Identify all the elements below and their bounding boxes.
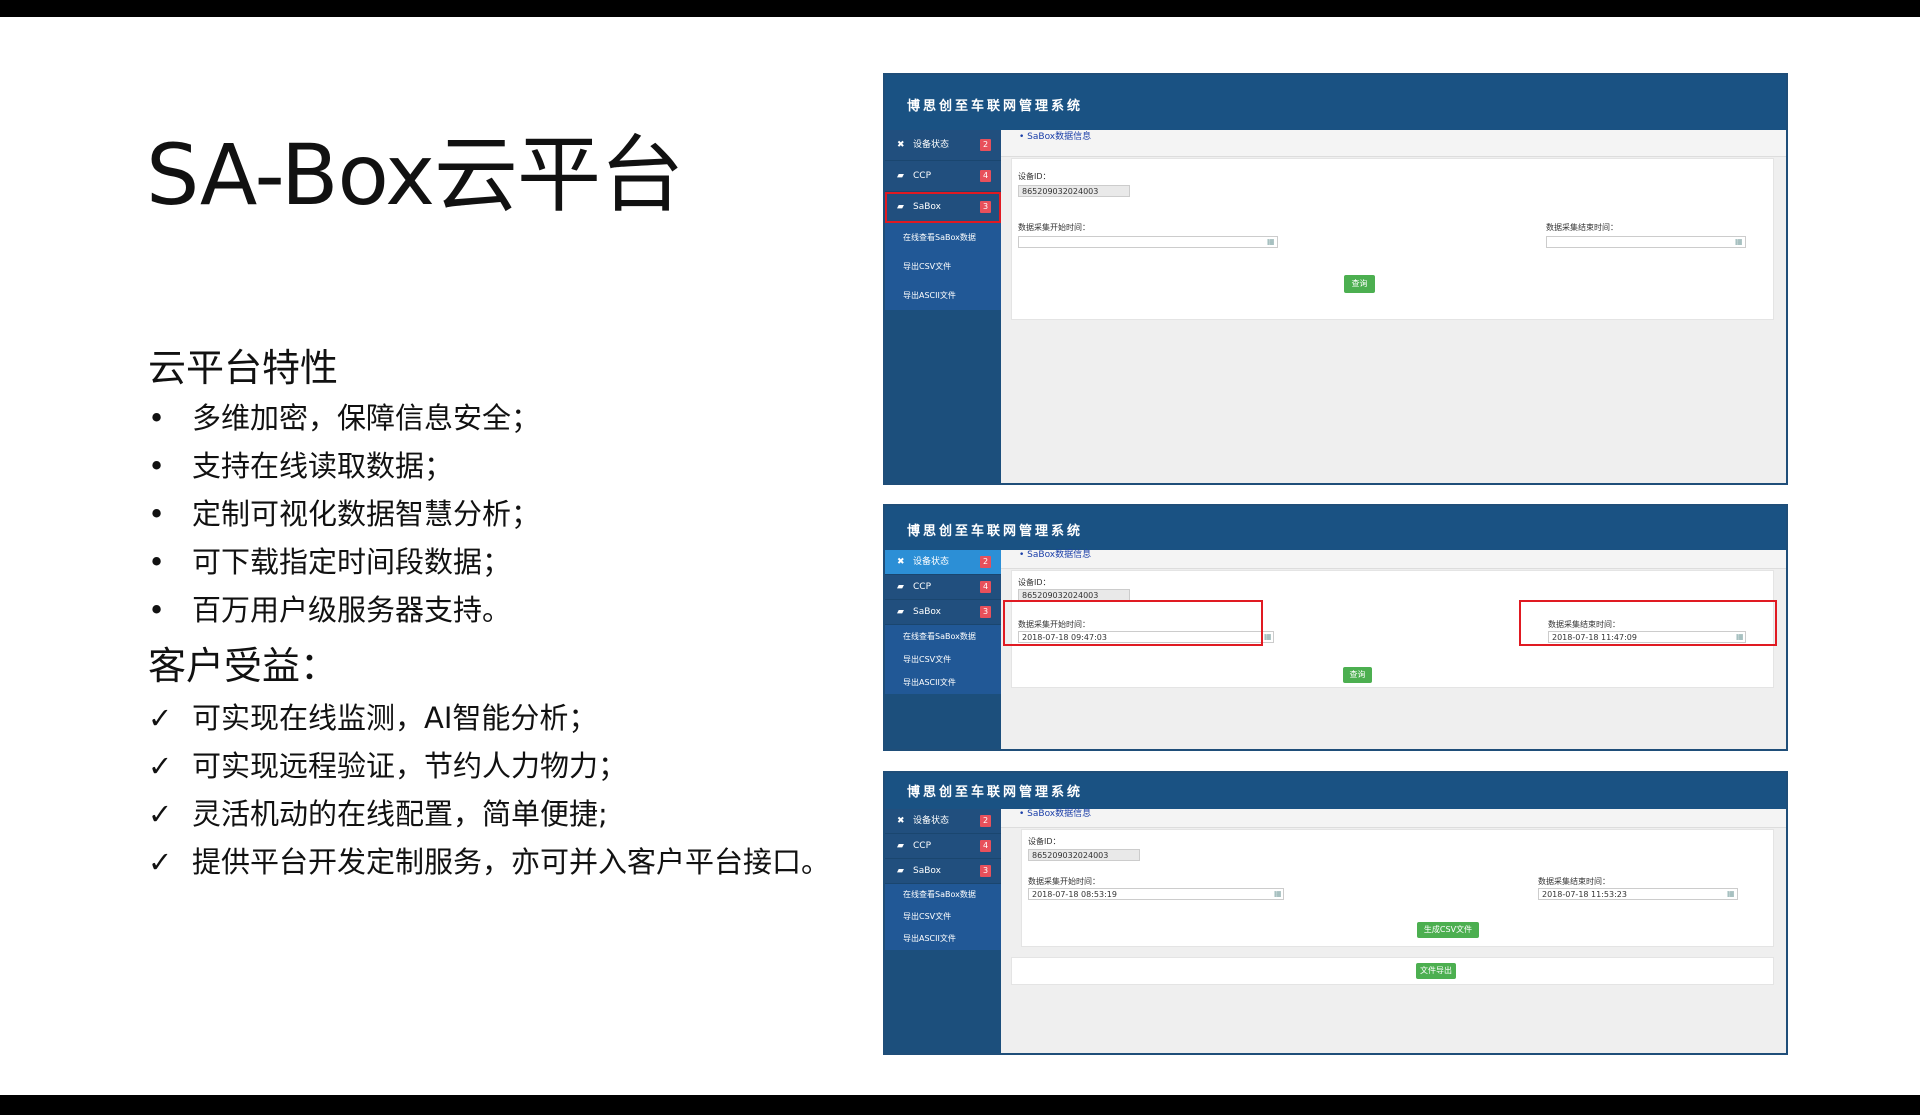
sidebar: ✖ 设备状态 2 ▰ CCP 4 ▰ SaBox 3 在线查看SaBox数据 导出CSV文件… [885, 809, 1001, 1053]
car-icon: ▰ [897, 866, 904, 876]
slide-title: SA-Box云平台 [146, 126, 684, 224]
start-time-input[interactable] [1018, 236, 1278, 248]
calendar-icon[interactable]: ▦ [1727, 888, 1735, 900]
export-bar: 文件导出 [1011, 957, 1774, 985]
device-id-field: 865209032024003 [1028, 849, 1140, 861]
car-icon: ▰ [897, 607, 904, 617]
sidebar-item-sabox[interactable]: ▰ SaBox 3 [885, 859, 1001, 884]
top-border [0, 0, 1920, 17]
app-header: 博思创至车联网管理系统 [885, 773, 1786, 809]
count-badge: 3 [980, 201, 991, 213]
sidebar-item-sabox[interactable]: ▰ SaBox 3 [885, 600, 1001, 625]
main-content: • SaBox数据信息 设备ID： 865209032024003 数据采集开始… [1001, 550, 1786, 749]
submenu-online-view[interactable]: 在线查看SaBox数据 [885, 223, 1001, 252]
breadcrumb: • SaBox数据信息 [1001, 809, 1786, 828]
highlight-box-end [1519, 600, 1777, 646]
start-time-input[interactable]: 2018-07-18 08:53:19 [1028, 888, 1284, 900]
query-form: 设备ID： 865209032024003 数据采集开始时间： 2018-07-… [1021, 829, 1774, 947]
calendar-icon[interactable]: ▦ [1264, 631, 1272, 643]
count-badge: 2 [980, 556, 991, 568]
submenu-online-view[interactable]: 在线查看SaBox数据 [885, 884, 1001, 906]
wrench-icon: ✖ [897, 816, 905, 826]
sidebar-menu: ✖ 设备状态 2 ▰ CCP 4 ▰ SaBox 3 在线查看SaBox数据 导出CSV文件… [885, 809, 1001, 950]
app-title: 博思创至车联网管理系统 [907, 99, 1084, 114]
car-icon: ▰ [897, 841, 904, 851]
count-badge: 2 [980, 139, 991, 151]
check-icon: ✓ [148, 797, 173, 831]
screenshot-panel-1: 博思创至车联网管理系统 ✖ 设备状态 2 ▰ CCP 4 ▰ SaBox 3 在线查看SaB… [883, 73, 1788, 485]
main-content: • SaBox数据信息 设备ID： 865209032024003 数据采集开始… [1001, 809, 1786, 1053]
app-title: 博思创至车联网管理系统 [907, 785, 1084, 800]
check-icon: ✓ [148, 749, 173, 783]
submenu-export-ascii[interactable]: 导出ASCII文件 [885, 281, 1001, 310]
app-header: 博思创至车联网管理系统 [885, 75, 1786, 130]
count-badge: 2 [980, 815, 991, 827]
check-icon: ✓ [148, 845, 173, 879]
submenu-export-ascii[interactable]: 导出ASCII文件 [885, 671, 1001, 694]
query-form: 设备ID： 865209032024003 数据采集开始时间： ▦ 数据采集结束… [1011, 158, 1774, 320]
features-heading: 云平台特性 [148, 346, 339, 390]
sidebar-item-device-status[interactable]: ✖ 设备状态 2 [885, 550, 1001, 575]
count-badge: 4 [980, 581, 991, 593]
screenshot-panel-2: 博思创至车联网管理系统 ✖ 设备状态 2 ▰ CCP 4 ▰ SaBox 3 在线查看SaB… [883, 504, 1788, 751]
sidebar: ✖ 设备状态 2 ▰ CCP 4 ▰ SaBox 3 在线查看SaBox数据 导出CSV文件… [885, 550, 1001, 749]
wrench-icon: ✖ [897, 140, 905, 150]
wrench-icon: ✖ [897, 557, 905, 567]
sidebar-item-sabox[interactable]: ▰ SaBox 3 [885, 192, 1001, 223]
calendar-icon[interactable]: ▦ [1735, 236, 1743, 248]
main-content: • SaBox数据信息 设备ID： 865209032024003 数据采集开始… [1001, 130, 1786, 483]
highlight-box-start [1003, 600, 1263, 646]
bottom-border [0, 1095, 1920, 1115]
sidebar-item-ccp[interactable]: ▰ CCP 4 [885, 161, 1001, 192]
count-badge: 3 [980, 606, 991, 618]
sidebar-item-device-status[interactable]: ✖ 设备状态 2 [885, 809, 1001, 834]
submenu-export-csv[interactable]: 导出CSV文件 [885, 906, 1001, 928]
submenu-online-view[interactable]: 在线查看SaBox数据 [885, 625, 1001, 648]
sidebar-item-ccp[interactable]: ▰ CCP 4 [885, 834, 1001, 859]
car-icon: ▰ [897, 171, 904, 181]
breadcrumb: • SaBox数据信息 [1001, 550, 1786, 569]
benefits-heading: 客户受益： [148, 644, 339, 688]
file-export-button[interactable]: 文件导出 [1416, 963, 1456, 979]
end-time-input[interactable]: 2018-07-18 11:53:23 [1538, 888, 1738, 900]
sidebar-menu: ✖ 设备状态 2 ▰ CCP 4 ▰ SaBox 3 在线查看SaBox数据 导出CSV文件… [885, 550, 1001, 694]
screenshot-panel-3: 博思创至车联网管理系统 ✖ 设备状态 2 ▰ CCP 4 ▰ SaBox 3 在线查看SaB… [883, 771, 1788, 1055]
count-badge: 3 [980, 865, 991, 877]
calendar-icon[interactable]: ▦ [1274, 888, 1282, 900]
sidebar-menu: ✖ 设备状态 2 ▰ CCP 4 ▰ SaBox 3 在线查看SaBox数据 导出CSV文件… [885, 130, 1001, 310]
breadcrumb: • SaBox数据信息 [1001, 130, 1786, 157]
end-time-input[interactable] [1546, 236, 1746, 248]
sidebar-item-ccp[interactable]: ▰ CCP 4 [885, 575, 1001, 600]
submenu-export-ascii[interactable]: 导出ASCII文件 [885, 928, 1001, 950]
generate-csv-button[interactable]: 生成CSV文件 [1417, 922, 1479, 938]
query-button[interactable]: 查询 [1344, 275, 1375, 293]
submenu-export-csv[interactable]: 导出CSV文件 [885, 252, 1001, 281]
query-button[interactable]: 查询 [1343, 667, 1372, 683]
count-badge: 4 [980, 170, 991, 182]
device-id-field: 865209032024003 [1018, 185, 1130, 197]
calendar-icon[interactable]: ▦ [1267, 236, 1275, 248]
app-header: 博思创至车联网管理系统 [885, 506, 1786, 550]
car-icon: ▰ [897, 202, 904, 212]
count-badge: 4 [980, 840, 991, 852]
app-title: 博思创至车联网管理系统 [907, 524, 1084, 539]
sidebar-item-device-status[interactable]: ✖ 设备状态 2 [885, 130, 1001, 161]
submenu-export-csv[interactable]: 导出CSV文件 [885, 648, 1001, 671]
sidebar: ✖ 设备状态 2 ▰ CCP 4 ▰ SaBox 3 在线查看SaBox数据 导出CSV文件… [885, 130, 1001, 483]
check-icon: ✓ [148, 701, 173, 735]
car-icon: ▰ [897, 582, 904, 592]
